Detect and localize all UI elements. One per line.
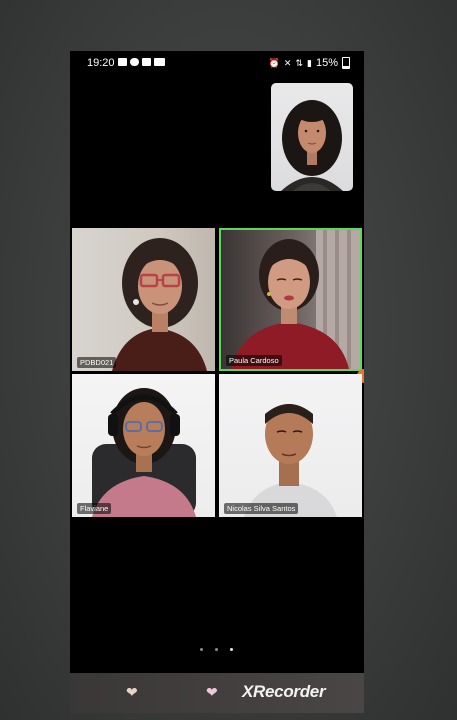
participant-tile[interactable]: Nicolas Silva Santos [219, 374, 362, 517]
alarm-icon: ⏰ [268, 57, 280, 68]
phone-screen: 19:20 ⏰ ✕ ⇅ ▮ 15% PDBD021 Paula Cardoso … [70, 51, 364, 713]
participant-name: Nicolas Silva Santos [224, 503, 299, 514]
status-time: 19:20 [87, 57, 115, 69]
heart-icon: ❤ [206, 684, 218, 700]
participant-name: Flaviane [77, 503, 112, 514]
cloud-icon [130, 58, 139, 66]
recorder-watermark-bar: ❤ ❤ XRecorder [70, 673, 364, 713]
page-indicator[interactable] [200, 648, 233, 651]
participant-tile-active-speaker[interactable]: Paula Cardoso [219, 228, 362, 371]
participant-video-image [112, 238, 207, 371]
heart-icon: ❤ [126, 684, 138, 700]
check-icon [142, 58, 151, 66]
participant-video-image [231, 230, 360, 369]
page-dot[interactable] [200, 648, 203, 651]
participant-name: PDBD021 [77, 357, 117, 368]
participant-video-image [92, 388, 196, 517]
battery-percent: 15% [315, 57, 338, 69]
system-icons: ⏰ ✕ ⇅ ▮ 15% [269, 57, 350, 69]
self-view-video[interactable] [271, 83, 353, 191]
battery-icon [342, 57, 350, 69]
message-icon [118, 58, 127, 66]
data-icon: ⇅ [295, 57, 304, 68]
self-view-person-image [281, 100, 343, 191]
mute-icon: ✕ [283, 57, 292, 68]
page-dot[interactable] [215, 648, 218, 651]
notification-icons [118, 58, 165, 66]
xrecorder-logo: XRecorder [242, 682, 326, 701]
signal-icon: ▮ [307, 57, 312, 68]
participant-name: Paula Cardoso [226, 355, 282, 366]
status-bar: 19:20 ⏰ ✕ ⇅ ▮ 15% [70, 51, 364, 75]
page-dot-active[interactable] [230, 648, 233, 651]
participant-video-image [244, 404, 337, 517]
participant-tile[interactable]: Flaviane [72, 374, 215, 517]
video-icon [154, 58, 165, 66]
participant-tile[interactable]: PDBD021 [72, 228, 215, 371]
